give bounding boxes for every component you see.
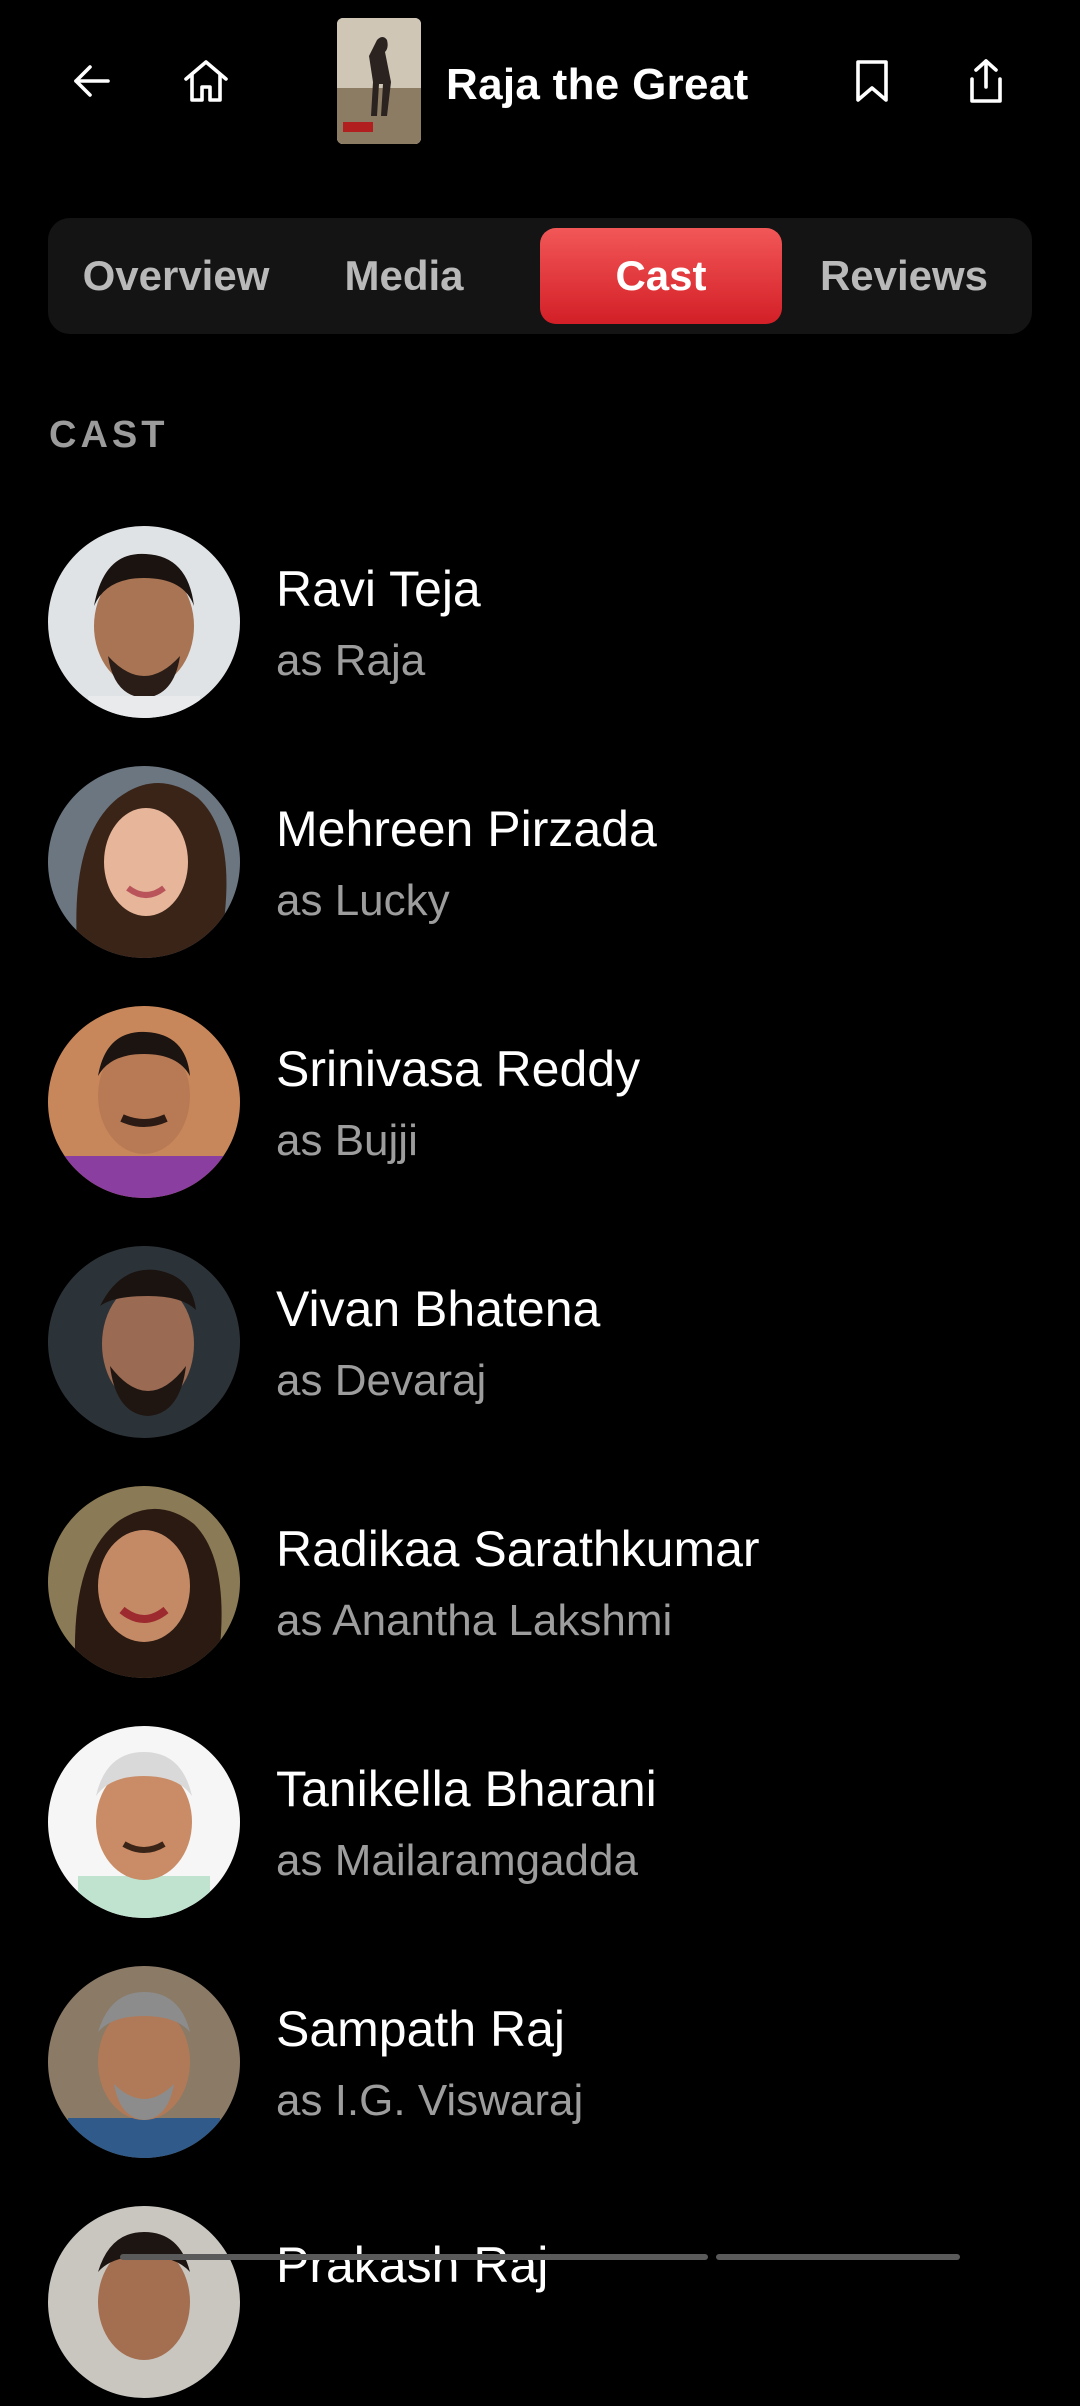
tab-cast[interactable]: Cast <box>540 228 782 324</box>
bookmark-button[interactable] <box>832 41 912 121</box>
cast-role: as Mailaramgadda <box>276 1836 638 1885</box>
tab-media[interactable]: Media <box>292 228 516 324</box>
home-button[interactable] <box>166 41 246 121</box>
avatar <box>48 2206 240 2398</box>
tab-bar: Overview Media Cast Reviews <box>48 218 1032 334</box>
cast-list-item[interactable]: Radikaa Sarathkumar as Anantha Lakshmi <box>0 1486 1080 1686</box>
cast-name: Ravi Teja <box>276 561 481 617</box>
movie-poster-thumbnail[interactable] <box>337 18 421 144</box>
top-app-bar: Raja the Great <box>0 0 1080 170</box>
cast-list-item[interactable]: Vivan Bhatena as Devaraj <box>0 1246 1080 1446</box>
cast-role: as Bujji <box>276 1116 418 1165</box>
avatar <box>48 1006 240 1198</box>
cast-name: Radikaa Sarathkumar <box>276 1521 760 1577</box>
cast-list-item[interactable]: Sampath Raj as I.G. Viswaraj <box>0 1966 1080 2166</box>
bookmark-icon <box>856 60 888 102</box>
cast-list-item[interactable]: Mehreen Pirzada as Lucky <box>0 766 1080 966</box>
cast-role: as Lucky <box>276 876 450 925</box>
cast-list-item[interactable]: Prakash Raj <box>0 2206 1080 2406</box>
arrow-left-icon <box>74 65 110 97</box>
cast-name: Prakash Raj <box>276 2237 549 2293</box>
scroll-indicator <box>716 2254 960 2260</box>
avatar <box>48 1246 240 1438</box>
tab-reviews[interactable]: Reviews <box>790 228 1018 324</box>
cast-name: Vivan Bhatena <box>276 1281 601 1337</box>
avatar <box>48 766 240 958</box>
cast-role: as Anantha Lakshmi <box>276 1596 673 1645</box>
cast-name: Tanikella Bharani <box>276 1761 657 1817</box>
share-button[interactable] <box>946 41 1026 121</box>
cast-list-item[interactable]: Srinivasa Reddy as Bujji <box>0 1006 1080 1206</box>
avatar <box>48 1726 240 1918</box>
section-heading: CAST <box>49 414 169 456</box>
scroll-indicator <box>120 2254 708 2260</box>
tab-overview[interactable]: Overview <box>64 228 288 324</box>
back-button[interactable] <box>52 41 132 121</box>
cast-list-item[interactable]: Ravi Teja as Raja <box>0 526 1080 726</box>
cast-name: Srinivasa Reddy <box>276 1041 641 1097</box>
avatar <box>48 1486 240 1678</box>
avatar <box>48 1966 240 2158</box>
cast-role: as Devaraj <box>276 1356 487 1405</box>
cast-role: as I.G. Viswaraj <box>276 2076 584 2125</box>
cast-name: Mehreen Pirzada <box>276 801 657 857</box>
share-icon <box>970 59 1002 103</box>
avatar <box>48 526 240 718</box>
home-icon <box>184 60 228 102</box>
cast-list-item[interactable]: Tanikella Bharani as Mailaramgadda <box>0 1726 1080 1926</box>
movie-title: Raja the Great <box>446 60 749 109</box>
cast-name: Sampath Raj <box>276 2001 566 2057</box>
cast-role: as Raja <box>276 636 426 685</box>
